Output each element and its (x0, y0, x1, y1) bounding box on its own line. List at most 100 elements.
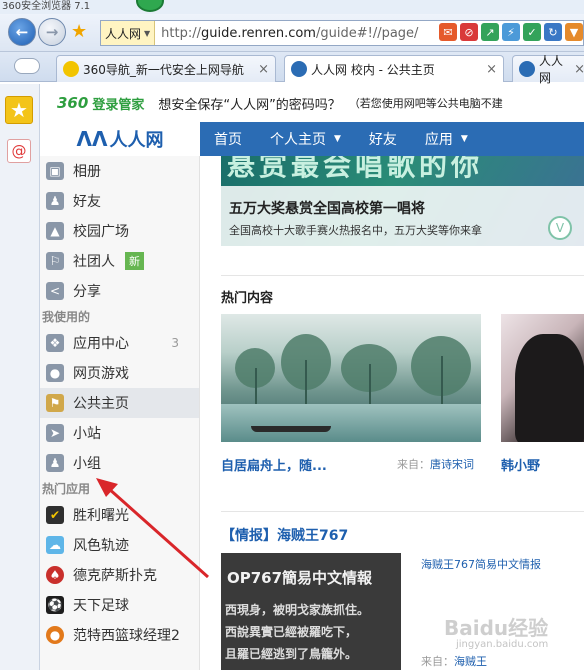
sidebar-item-victory[interactable]: ✔ 胜利曙光 (40, 500, 199, 530)
source-label: 来自： (421, 655, 454, 668)
victory-icon: ✔ (46, 506, 64, 524)
sidebar-item-app-center[interactable]: ❖ 应用中心 3 (40, 328, 199, 358)
refresh-icon[interactable]: ↻ (544, 23, 562, 41)
nav-profile[interactable]: 个人主页 ▼ (256, 129, 355, 149)
card-caption-name[interactable]: 韩小野 (501, 455, 540, 474)
nav-apps[interactable]: 应用 ▼ (411, 129, 482, 149)
sidebar-item-club[interactable]: ⚐ 社团人 新 (40, 246, 199, 276)
sidebar-item-label: 好友 (73, 194, 101, 210)
watermark-text: Baidu经验 (444, 616, 549, 640)
news-image[interactable]: OP767簡易中文情報 西現身，被明戈家族抓住。 西說異實已經被羅吃下， 且羅已… (221, 553, 401, 670)
photo-icon: ▣ (46, 162, 64, 180)
tab-close-icon[interactable]: × (486, 62, 497, 77)
sidebar-item-label: 校园广场 (73, 224, 129, 240)
boat-shape (251, 426, 331, 432)
sidebar-item-mini-site[interactable]: ➤ 小站 (40, 418, 199, 448)
share-icon: < (46, 282, 64, 300)
nav-friends[interactable]: 好友 (355, 129, 411, 149)
sidebar-item-friends[interactable]: ♟ 好友 (40, 186, 199, 216)
sidebar-item-label: 相册 (73, 164, 101, 180)
sidebar-item-label: 胜利曙光 (73, 508, 129, 524)
nav-label: 个人主页 (270, 132, 326, 148)
back-button[interactable]: ← (8, 18, 36, 46)
tab-360-icon (63, 61, 79, 77)
lightning-icon[interactable]: ⚡ (502, 23, 520, 41)
site-select-dropdown[interactable]: 人人网 ▼ (101, 21, 156, 45)
mail-at-icon[interactable]: @ (7, 139, 31, 163)
chevron-down-icon: ▼ (144, 28, 151, 38)
watermark-subtext: jingyan.baidu.com (456, 639, 549, 650)
news-link[interactable]: 海贼王767简易中文情报 (421, 556, 541, 572)
news-image-line: 且羅已經逃到了鳥籠外。 (225, 647, 358, 661)
tab-label: 人人网 校内 - 公共主页 (311, 62, 435, 77)
browser-logo-icon (136, 0, 164, 12)
chevron-down-icon: ▼ (334, 134, 341, 144)
site-select-value: 人人网 (105, 26, 142, 41)
card-caption-poem[interactable]: 自居扁舟上，随... (221, 455, 327, 474)
gamepad-icon: ● (46, 364, 64, 382)
tab-renren[interactable]: 人人网 × (512, 54, 584, 85)
mail-alert-icon[interactable]: ✉ (439, 23, 457, 41)
sidebar-item-share[interactable]: < 分享 (40, 276, 199, 306)
url-path: /guide#!//page/ (315, 25, 419, 41)
public-computer-hint: （若您使用网吧等公共电脑不建 (348, 97, 503, 110)
renren-logo-text: 人人网 (109, 130, 164, 151)
portrait-image[interactable] (501, 314, 584, 442)
source-link[interactable]: 海贼王 (454, 655, 487, 668)
signpost-icon: ➤ (46, 424, 64, 442)
friend-icon: ♟ (46, 192, 64, 210)
wind-icon: ☁ (46, 536, 64, 554)
basketball-icon: ● (46, 626, 64, 644)
favorite-star-icon[interactable]: ★ (71, 21, 87, 42)
window-title: 360安全浏览器 7.1 (2, 1, 91, 12)
checkmark-icon[interactable]: ✓ (523, 23, 541, 41)
password-manager-bar: 360 登录管家 想安全保存“人人网”的密码吗？ （若您使用网吧等公共电脑不建 (40, 84, 584, 122)
sidebar-item-world-football[interactable]: ⚽ 天下足球 (40, 590, 199, 620)
sidebar-item-web-games[interactable]: ● 网页游戏 (40, 358, 199, 388)
sidebar-item-label: 应用中心 (73, 336, 129, 352)
nav-label: 应用 (424, 132, 453, 148)
sidebar-item-campus[interactable]: ▲ 校园广场 (40, 216, 199, 246)
tab-close-icon[interactable]: × (574, 62, 584, 77)
tab-renren-icon (519, 61, 535, 77)
source-label: 来自： (397, 458, 430, 471)
baidu-watermark: Baidu经验 jingyan.baidu.com (444, 612, 548, 650)
tab-label: 人人网 (539, 54, 564, 85)
dropdown-arrow-icon[interactable]: ▼ (565, 23, 583, 41)
banner-title: 五万大奖悬赏全国高校第一唱将 (229, 201, 425, 217)
source-link[interactable]: 唐诗宋词 (430, 458, 474, 471)
share-out-icon[interactable]: ↗ (481, 23, 499, 41)
sidebar-item-texas-poker[interactable]: ♠ 德克萨斯扑克 (40, 560, 199, 590)
nav-home[interactable]: 首页 (200, 129, 256, 149)
brand-login-manager: 登录管家 (92, 97, 145, 113)
renren-logo[interactable]: ΛΛ 人人网 (40, 122, 200, 156)
sidebar-item-fantasy-basketball[interactable]: ● 范特西篮球经理2 (40, 620, 199, 650)
favorites-star-icon[interactable]: ★ (5, 96, 33, 124)
tree-trunk (255, 368, 257, 408)
sidebar-item-wind-track[interactable]: ☁ 风色轨迹 (40, 530, 199, 560)
tab-close-icon[interactable]: × (258, 62, 269, 77)
tab-renren-public[interactable]: 人人网 校内 - 公共主页 × (284, 55, 504, 82)
sidebar-item-photos[interactable]: ▣ 相册 (40, 156, 199, 186)
forward-button[interactable]: → (38, 18, 66, 46)
address-bar[interactable]: 人人网 ▼ http://guide.renren.com/guide#!//p… (100, 20, 584, 46)
sidebar-item-public-pages[interactable]: ⚑ 公共主页 (40, 388, 199, 418)
lake-water (221, 404, 481, 442)
sidebar-item-label: 社团人 (73, 254, 115, 270)
cloud-sync-icon[interactable] (14, 58, 40, 74)
lake-boat-image[interactable] (221, 314, 481, 442)
block-icon[interactable]: ⊘ (460, 23, 478, 41)
sidebar-item-label: 范特西篮球经理2 (73, 628, 180, 644)
tree-trunk (441, 356, 443, 408)
tab-bar: 360导航_新一代安全上网导航 × 人人网 校内 - 公共主页 × 人人网 × (0, 52, 584, 85)
sidebar-item-groups[interactable]: ♟ 小组 (40, 448, 199, 478)
sidebar-item-label: 小组 (73, 456, 101, 472)
tab-renren-icon (291, 61, 307, 77)
window-title-bar: 360安全浏览器 7.1 (0, 0, 584, 14)
url-text[interactable]: http://guide.renren.com/guide#!//page/ (155, 26, 418, 41)
tab-360-nav[interactable]: 360导航_新一代安全上网导航 × (56, 55, 276, 82)
nav-label: 首页 (214, 132, 242, 148)
banner-check-icon: V (548, 216, 572, 240)
news-title-link[interactable]: 【情报】海贼王767 (221, 525, 348, 545)
singing-contest-banner[interactable]: 悬赏最会唱歌的你 五万大奖悬赏全国高校第一唱将 全国高校十大歌手赛火热报名中，五… (221, 156, 584, 246)
